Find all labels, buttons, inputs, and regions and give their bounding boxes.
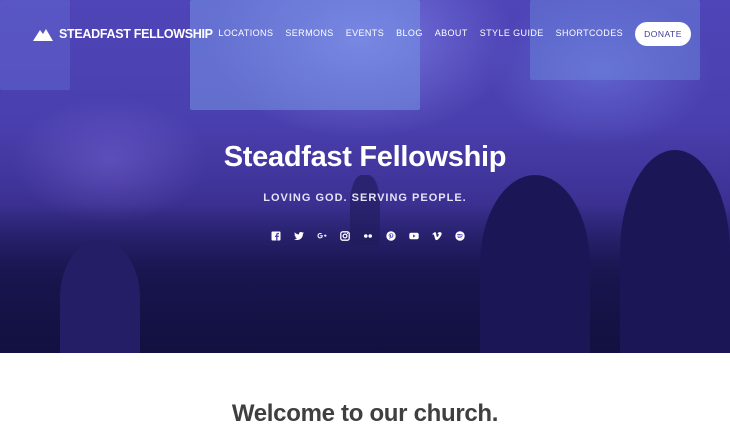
spotify-icon[interactable] [448, 230, 471, 242]
facebook-icon[interactable] [264, 230, 287, 242]
hero-tagline: LOVING GOD. SERVING PEOPLE. [263, 192, 467, 204]
donate-button[interactable]: DONATE [635, 22, 691, 46]
vimeo-icon[interactable] [425, 230, 448, 242]
site-header: STEADFAST FELLOWSHIP LOCATIONS SERMONS E… [0, 0, 730, 68]
mountain-logo-icon [33, 29, 53, 41]
pinterest-icon[interactable] [379, 230, 402, 242]
youtube-icon[interactable] [402, 230, 425, 242]
nav-item-locations[interactable]: LOCATIONS [218, 28, 273, 38]
flickr-icon[interactable] [356, 230, 379, 242]
hero-title: Steadfast Fellowship [223, 141, 507, 173]
main-nav: LOCATIONS SERMONS EVENTS BLOG ABOUT STYL… [218, 28, 623, 38]
twitter-icon[interactable] [287, 230, 310, 242]
nav-item-blog[interactable]: BLOG [396, 28, 423, 38]
nav-item-events[interactable]: EVENTS [346, 28, 384, 38]
nav-item-sermons[interactable]: SERMONS [285, 28, 333, 38]
nav-item-shortcodes[interactable]: SHORTCODES [556, 28, 623, 38]
nav-item-style-guide[interactable]: STYLE GUIDE [480, 28, 544, 38]
social-links [264, 230, 471, 242]
site-logo[interactable]: STEADFAST FELLOWSHIP [33, 27, 213, 41]
crowd-silhouette [620, 150, 730, 353]
welcome-heading: Welcome to our church. [231, 400, 499, 427]
nav-item-about[interactable]: ABOUT [435, 28, 468, 38]
site-name: STEADFAST FELLOWSHIP [59, 27, 213, 41]
google-plus-icon[interactable] [310, 230, 333, 242]
instagram-icon[interactable] [333, 230, 356, 242]
crowd-silhouette [60, 240, 140, 353]
